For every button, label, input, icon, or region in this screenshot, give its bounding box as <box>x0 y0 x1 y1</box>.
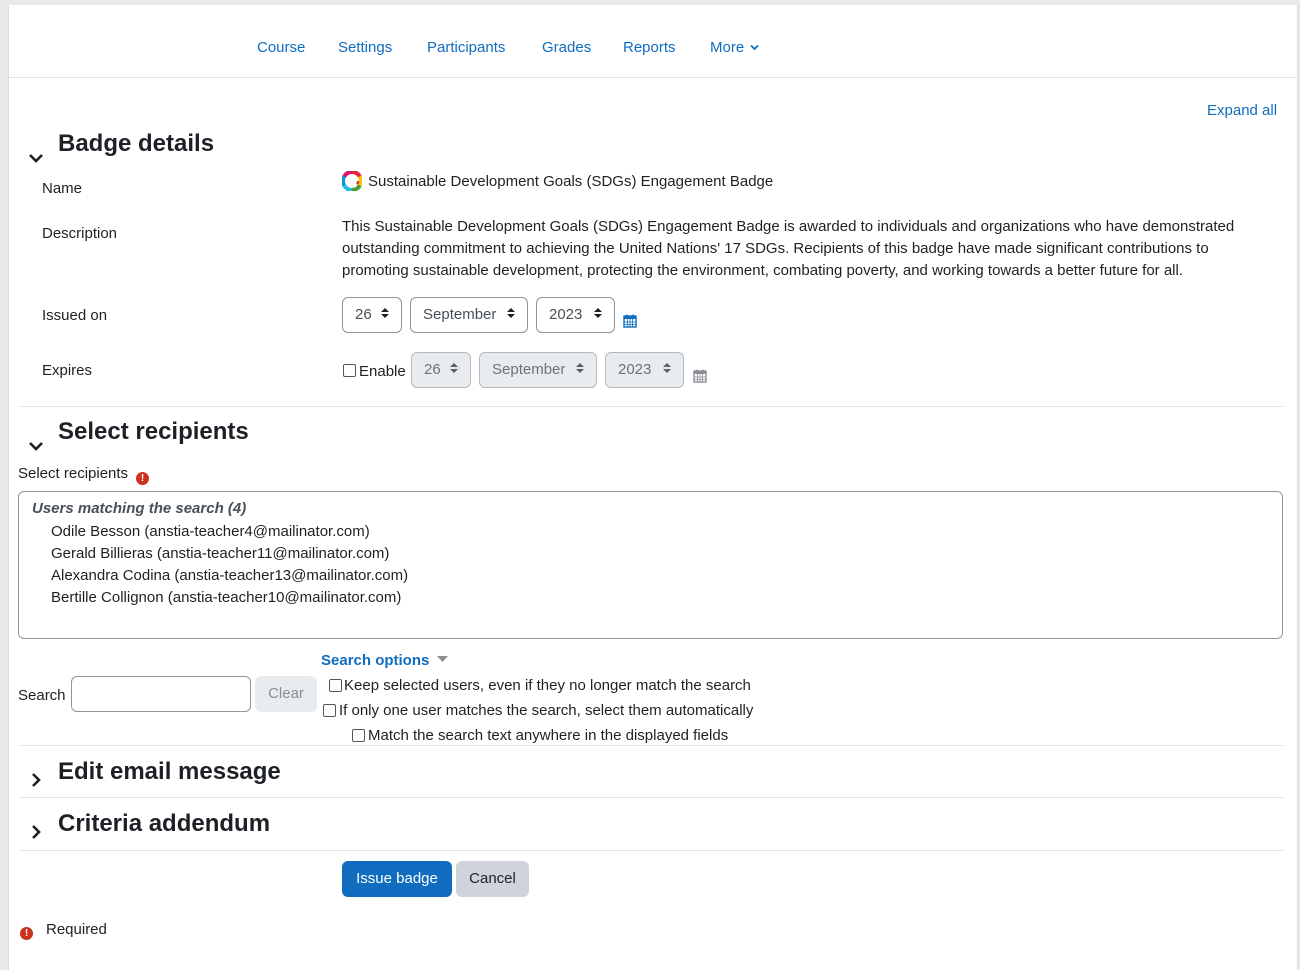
section-title-criteria-addendum[interactable]: Criteria addendum <box>58 810 270 838</box>
select-arrows-icon <box>507 298 515 332</box>
issued-year-value: 2023 <box>549 306 583 323</box>
section-divider <box>19 797 1284 798</box>
issued-day-select[interactable]: 26 <box>342 297 402 333</box>
nav-settings[interactable]: Settings <box>338 39 392 56</box>
select-arrows-icon <box>576 353 584 387</box>
issued-on-label: Issued on <box>42 307 108 324</box>
recipients-listbox[interactable]: Users matching the search (4) Odile Bess… <box>18 491 1283 639</box>
expires-label: Expires <box>42 362 93 379</box>
required-icon: ! <box>136 472 149 485</box>
keep-selected-label[interactable]: Keep selected users, even if they no lon… <box>344 677 751 694</box>
badge-name: Sustainable Development Goals (SDGs) Eng… <box>368 173 774 190</box>
recipient-option[interactable]: Alexandra Codina (anstia-teacher13@maili… <box>51 565 408 587</box>
issue-badge-button[interactable]: Issue badge <box>342 861 452 897</box>
nav-participants[interactable]: Participants <box>427 39 505 56</box>
badge-icon <box>341 169 363 196</box>
search-options-label: Search options <box>321 652 430 669</box>
chevron-right-icon[interactable] <box>25 821 47 843</box>
select-recipients-label: Select recipients <box>18 465 129 482</box>
required-legend: Required <box>46 921 107 938</box>
description-line: outstanding commitment to achieving the … <box>342 240 1209 257</box>
recipient-option[interactable]: Gerald Billieras (anstia-teacher11@maili… <box>51 543 408 565</box>
recipient-option[interactable]: Bertille Collignon (anstia-teacher10@mai… <box>51 587 408 609</box>
chevron-right-icon[interactable] <box>25 769 47 791</box>
section-divider <box>19 850 1284 851</box>
recipients-options: Odile Besson (anstia-teacher4@mailinator… <box>51 521 408 609</box>
keep-selected-checkbox[interactable] <box>329 679 342 692</box>
badge-description: This Sustainable Development Goals (SDGs… <box>342 216 1282 282</box>
nav-grades[interactable]: Grades <box>542 39 591 56</box>
section-divider <box>19 745 1284 746</box>
clear-button[interactable]: Clear <box>255 676 317 712</box>
calendar-icon <box>693 369 707 383</box>
select-arrows-icon <box>594 298 602 332</box>
chevron-down-icon[interactable] <box>25 147 47 169</box>
issued-month-select[interactable]: September <box>410 297 528 333</box>
secondary-navigation: Course Settings Participants Grades Repo… <box>9 5 1299 78</box>
match-anywhere-label[interactable]: Match the search text anywhere in the di… <box>368 727 728 744</box>
nav-more-label: More <box>710 39 745 56</box>
page-frame: Course Settings Participants Grades Repo… <box>8 5 1299 970</box>
select-arrows-icon <box>381 298 389 332</box>
expires-year-select[interactable]: 2023 <box>605 352 684 388</box>
nav-more[interactable]: More <box>710 39 759 56</box>
expires-year-value: 2023 <box>618 361 652 378</box>
section-divider <box>19 406 1284 407</box>
search-label: Search <box>18 687 66 704</box>
section-title-edit-email[interactable]: Edit email message <box>58 758 281 786</box>
cancel-button[interactable]: Cancel <box>456 861 529 897</box>
chevron-down-icon <box>750 44 759 51</box>
recipients-group-label: Users matching the search (4) <box>32 500 247 517</box>
calendar-icon[interactable] <box>623 314 637 328</box>
section-title-select-recipients[interactable]: Select recipients <box>58 418 249 446</box>
nav-reports[interactable]: Reports <box>623 39 676 56</box>
expires-month-select[interactable]: September <box>479 352 597 388</box>
recipient-option[interactable]: Odile Besson (anstia-teacher4@mailinator… <box>51 521 408 543</box>
issued-year-select[interactable]: 2023 <box>536 297 615 333</box>
nav-course[interactable]: Course <box>257 39 305 56</box>
search-input[interactable] <box>71 676 251 712</box>
autoselect-checkbox[interactable] <box>323 704 336 717</box>
description-line: promoting sustainable development, prote… <box>342 262 1184 279</box>
expires-enable-label[interactable]: Enable <box>359 363 406 380</box>
chevron-down-icon[interactable] <box>25 435 47 457</box>
expires-enable-checkbox[interactable] <box>343 364 356 377</box>
issued-day-value: 26 <box>355 306 372 323</box>
description-line: This Sustainable Development Goals (SDGs… <box>342 218 1235 235</box>
name-label: Name <box>42 180 83 197</box>
required-icon: ! <box>20 927 33 940</box>
expires-day-value: 26 <box>424 361 441 378</box>
section-title-badge-details[interactable]: Badge details <box>58 130 214 158</box>
description-label: Description <box>42 225 118 242</box>
autoselect-label[interactable]: If only one user matches the search, sel… <box>339 702 753 719</box>
select-arrows-icon <box>663 353 671 387</box>
expand-all-link[interactable]: Expand all <box>1207 102 1277 119</box>
issued-month-value: September <box>423 306 497 323</box>
expires-day-select[interactable]: 26 <box>411 352 471 388</box>
select-arrows-icon <box>450 353 458 387</box>
match-anywhere-checkbox[interactable] <box>352 729 365 742</box>
search-options-toggle[interactable]: Search options <box>321 652 448 669</box>
caret-down-icon <box>436 656 448 662</box>
expires-month-value: September <box>492 361 566 378</box>
